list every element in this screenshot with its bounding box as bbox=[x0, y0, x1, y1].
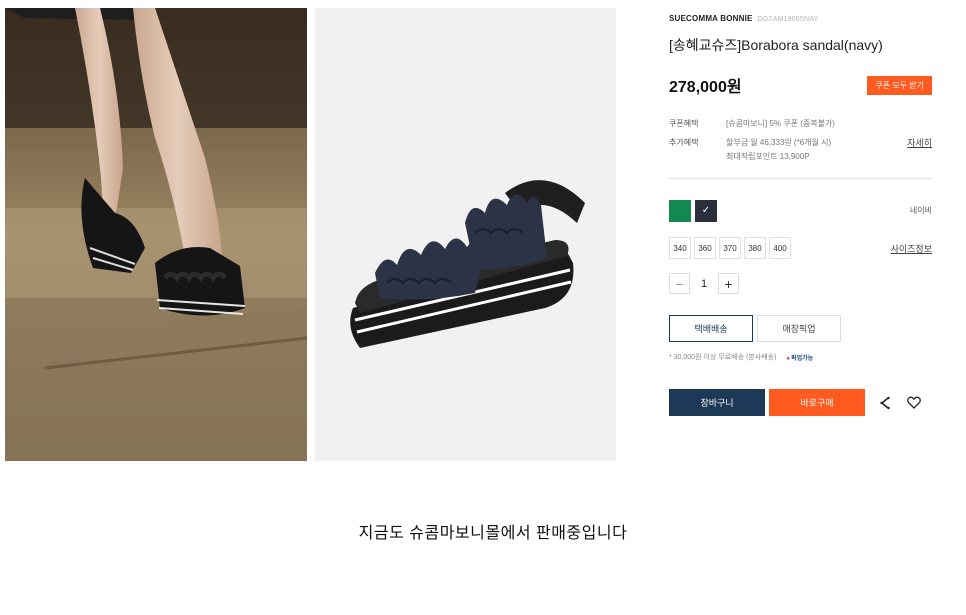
benefit-detail-link[interactable]: 자세히 bbox=[907, 136, 932, 164]
divider bbox=[669, 178, 932, 179]
purchase-actions: 장바구니 바로구매 bbox=[669, 389, 932, 416]
brand-row: SUECOMMA BONNIE DG2AM19065NAY bbox=[669, 14, 932, 23]
size-info-link[interactable]: 사이즈정보 bbox=[891, 242, 932, 255]
checkmark-icon: ✓ bbox=[701, 205, 711, 216]
product-price: 278,000원 bbox=[669, 79, 742, 96]
footer-message: 지금도 슈콤마보니몰에서 판매중입니다 bbox=[358, 525, 628, 542]
increase-quantity-button[interactable]: + bbox=[718, 273, 739, 294]
coupon-benefit-label: 쿠폰혜택 bbox=[669, 119, 699, 128]
coupon-benefit-text: [슈콤마보니] 5% 쿠폰 (중복불가) bbox=[726, 119, 835, 128]
benefits-section: 쿠폰혜택 [슈콤마보니] 5% 쿠폰 (중복불가) 추가혜택 할부금 월 46,… bbox=[669, 117, 932, 164]
size-button[interactable]: 370 bbox=[719, 237, 741, 259]
selected-color-name: 네이비 bbox=[909, 206, 932, 215]
wishlist-heart-icon[interactable] bbox=[906, 395, 922, 411]
quantity-value[interactable]: 1 bbox=[690, 278, 718, 290]
add-to-cart-button[interactable]: 장바구니 bbox=[669, 389, 765, 416]
color-swatch-navy[interactable]: ✓ bbox=[695, 199, 717, 222]
get-all-coupons-button[interactable]: 쿠폰 모두 받기 bbox=[867, 75, 932, 95]
store-pickup-button[interactable]: 매장픽업 bbox=[757, 315, 841, 342]
extra-benefit-label: 추가혜택 bbox=[669, 138, 699, 147]
product-info-panel: SUECOMMA BONNIE DG2AM19065NAY [송혜교슈즈]Bora… bbox=[669, 14, 932, 416]
lifestyle-photo bbox=[5, 8, 307, 461]
delivery-option-button[interactable]: 택배배송 bbox=[669, 315, 753, 342]
points-text: 최대적립포인트 13,900P bbox=[726, 152, 810, 161]
share-icon[interactable] bbox=[877, 395, 893, 411]
decrease-quantity-button[interactable]: − bbox=[669, 273, 690, 294]
price-row: 278,000원 쿠폰 모두 받기 bbox=[669, 75, 932, 96]
size-button[interactable]: 340 bbox=[669, 237, 691, 259]
pickup-logo-icon: ● bbox=[786, 355, 791, 362]
product-title: [송혜교슈즈]Borabora sandal(navy) bbox=[669, 37, 883, 53]
size-button[interactable]: 400 bbox=[769, 237, 791, 259]
size-buttons: 340 360 370 380 400 bbox=[669, 237, 791, 259]
product-photo bbox=[315, 8, 616, 461]
size-option-row: 340 360 370 380 400 사이즈정보 bbox=[669, 237, 932, 259]
shipping-options: 택배배송 매장픽업 bbox=[669, 315, 932, 342]
buy-now-button[interactable]: 바로구매 bbox=[769, 389, 865, 416]
color-swatches: ✓ bbox=[669, 199, 717, 222]
color-swatch-green[interactable] bbox=[669, 199, 691, 222]
installment-text: 할부금 월 46,333원 (*6개월 시) bbox=[726, 138, 832, 147]
size-button[interactable]: 360 bbox=[694, 237, 716, 259]
quantity-stepper: − 1 + bbox=[669, 273, 932, 294]
extra-benefit-body: 할부금 월 46,333원 (*6개월 시) 최대적립포인트 13,900P bbox=[726, 136, 907, 164]
shipping-note: * 30,000원 이상 무료배송 (본사배송) bbox=[669, 354, 777, 361]
color-option-row: ✓ 네이비 bbox=[669, 199, 932, 222]
size-button[interactable]: 380 bbox=[744, 237, 766, 259]
extra-benefit-row: 추가혜택 할부금 월 46,333원 (*6개월 시) 최대적립포인트 13,9… bbox=[669, 136, 932, 164]
product-code: DG2AM19065NAY bbox=[757, 16, 819, 23]
brand-name[interactable]: SUECOMMA BONNIE bbox=[669, 14, 753, 23]
coupon-benefit-row: 쿠폰혜택 [슈콤마보니] 5% 쿠폰 (중복불가) bbox=[669, 117, 932, 131]
shipping-note-row: * 30,000원 이상 무료배송 (본사배송) ●픽업가능 bbox=[669, 352, 932, 362]
pickup-badge: ●픽업가능 bbox=[786, 355, 814, 362]
